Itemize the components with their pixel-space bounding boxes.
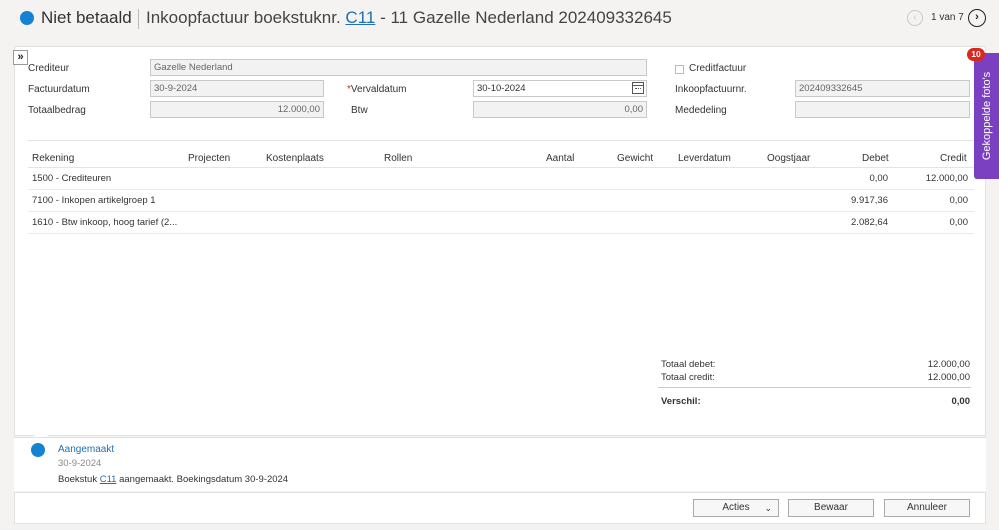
table-row[interactable]: 7100 - Inkopen artikelgroep 1 9.917,36 0… [28, 190, 974, 212]
vervaldatum-field[interactable]: 30-10-2024 [473, 80, 647, 97]
title-suffix: - 11 Gazelle Nederland 202409332645 [380, 8, 672, 27]
vervaldatum-value: 30-10-2024 [477, 83, 526, 94]
cell-credit: 0,00 [949, 217, 969, 228]
activity-message: Boekstuk C11 aangemaakt. Boekingsdatum 3… [58, 474, 288, 485]
activity-title: Aangemaakt [58, 444, 115, 455]
totaalbedrag-field[interactable]: 12.000,00 [150, 101, 324, 118]
form-divider [28, 140, 974, 141]
acties-button[interactable]: Acties ⌄ [693, 499, 779, 517]
cell-debet: 0,00 [869, 173, 889, 184]
page-title: Inkoopfactuur boekstuknr. C11 - 11 Gazel… [146, 8, 672, 28]
title-bar: Niet betaald Inkoopfactuur boekstuknr. C… [0, 0, 999, 38]
total-credit-label: Totaal credit: [661, 372, 715, 383]
verschil-value: 0,00 [951, 396, 971, 407]
factuurdatum-label: Factuurdatum [28, 84, 90, 95]
btw-field[interactable]: 0,00 [473, 101, 647, 118]
status-dot-icon [20, 11, 34, 25]
col-credit[interactable]: Credit [940, 153, 967, 164]
crediteur-label: Crediteur [28, 63, 70, 74]
expand-panel-button[interactable]: » [13, 50, 28, 65]
activity-msg-prefix: Boekstuk [58, 474, 98, 485]
total-debet-value: 12.000,00 [927, 359, 970, 370]
col-rekening[interactable]: Rekening [32, 153, 74, 164]
linked-photos-tab[interactable]: Gekoppelde foto's [974, 53, 999, 179]
col-leverdatum[interactable]: Leverdatum [678, 153, 731, 164]
activity-msg-suffix: aangemaakt. Boekingsdatum 30-9-2024 [119, 474, 289, 485]
verschil-label: Verschil: [661, 396, 701, 407]
crediteur-field[interactable]: Gazelle Nederland [150, 59, 647, 76]
bewaar-button[interactable]: Bewaar [788, 499, 874, 517]
total-credit-value: 12.000,00 [927, 372, 970, 383]
mededeling-label: Mededeling [675, 105, 727, 116]
creditfactuur-checkbox[interactable] [675, 65, 684, 74]
col-rollen[interactable]: Rollen [384, 153, 412, 164]
creditfactuur-label: Creditfactuur [689, 63, 747, 74]
activity-doc-link[interactable]: C11 [100, 474, 117, 485]
table-row[interactable]: 1610 - Btw inkoop, hoog tarief (2... 2.0… [28, 212, 974, 234]
title-divider [138, 9, 139, 29]
col-debet[interactable]: Debet [862, 153, 889, 164]
cell-debet: 9.917,36 [851, 195, 888, 206]
col-aantal[interactable]: Aantal [546, 153, 574, 164]
activity-pointer [33, 429, 49, 437]
totaalbedrag-label: Totaalbedrag [28, 105, 86, 116]
title-prefix: Inkoopfactuur boekstuknr. [146, 8, 341, 27]
calendar-icon[interactable] [632, 82, 644, 94]
chevron-left-icon[interactable]: ‹ [907, 10, 923, 26]
inkoopfactuurnr-field[interactable]: 202409332645 [795, 80, 970, 97]
chevron-right-icon[interactable]: › [968, 9, 986, 27]
cell-debet: 2.082,64 [851, 217, 888, 228]
acties-label: Acties [722, 502, 750, 513]
inkoopfactuurnr-label: Inkoopfactuurnr. [675, 84, 747, 95]
factuurdatum-field[interactable]: 30-9-2024 [150, 80, 324, 97]
table-row[interactable]: 1500 - Crediteuren 0,00 12.000,00 [28, 168, 974, 190]
vervaldatum-label: *Vervaldatum [347, 84, 407, 95]
vervaldatum-label-text: Vervaldatum [350, 84, 407, 95]
col-oogstjaar[interactable]: Oogstjaar [767, 153, 810, 164]
pager-count: 1 van 7 [931, 12, 964, 23]
btw-label: Btw [351, 105, 368, 116]
mededeling-field[interactable] [795, 101, 970, 118]
col-gewicht[interactable]: Gewicht [617, 153, 653, 164]
chevron-down-icon: ⌄ [764, 503, 772, 513]
activity-date: 30-9-2024 [58, 458, 102, 469]
col-projecten[interactable]: Projecten [188, 153, 230, 164]
cell-credit: 0,00 [949, 195, 969, 206]
activity-dot-icon [31, 443, 45, 457]
annuleer-button[interactable]: Annuleer [884, 499, 970, 517]
cell-credit: 12.000,00 [925, 173, 968, 184]
photo-count-badge: 10 [967, 48, 985, 61]
status-label: Niet betaald [41, 8, 132, 27]
totals-divider [658, 387, 971, 388]
linked-photos-label: Gekoppelde foto's [980, 71, 993, 161]
cell-rekening: 7100 - Inkopen artikelgroep 1 [32, 195, 156, 206]
cell-rekening: 1500 - Crediteuren [32, 173, 112, 184]
col-kostenplaats[interactable]: Kostenplaats [266, 153, 324, 164]
doc-link[interactable]: C11 [345, 8, 375, 27]
cell-rekening: 1610 - Btw inkoop, hoog tarief (2... [32, 217, 178, 228]
total-debet-label: Totaal debet: [661, 359, 716, 370]
